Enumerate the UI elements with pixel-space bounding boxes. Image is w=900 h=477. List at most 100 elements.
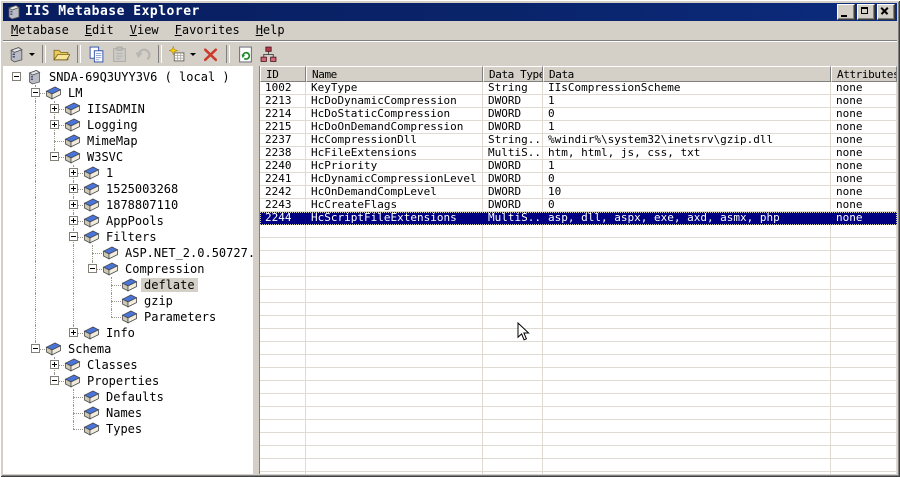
expand-plus-icon[interactable]	[69, 216, 78, 225]
open-button[interactable]	[50, 44, 73, 65]
menu-view[interactable]: View	[122, 21, 167, 40]
cell-name[interactable]: HcDoStaticCompression	[306, 108, 483, 121]
tree-item-lm[interactable]: LM	[3, 85, 253, 101]
table-row[interactable]: 2240 HcPriority DWORD 1 none	[260, 160, 897, 173]
cell-data-type[interactable]: DWORD	[483, 186, 543, 199]
cell-data-type[interactable]: DWORD	[483, 108, 543, 121]
collapse-minus-icon[interactable]	[88, 264, 97, 273]
cell-name[interactable]: HcOnDemandCompLevel	[306, 186, 483, 199]
tree-item-label[interactable]: MimeMap	[84, 134, 141, 148]
expand-plus-icon[interactable]	[50, 104, 59, 113]
cell-data-type[interactable]: DWORD	[483, 160, 543, 173]
dropdown-arrow-icon[interactable]	[190, 52, 196, 56]
cell-data-type[interactable]: DWORD	[483, 199, 543, 212]
cell-data-type[interactable]: DWORD	[483, 121, 543, 134]
cell-attributes[interactable]: none	[831, 82, 897, 95]
tree-item-label[interactable]: gzip	[141, 294, 176, 308]
tree-item-filters[interactable]: Filters	[3, 229, 253, 245]
connect-computer-button[interactable]	[5, 44, 38, 65]
column-header-data[interactable]: Data	[543, 66, 831, 82]
column-header-name[interactable]: Name	[306, 66, 483, 82]
cell-attributes[interactable]: none	[831, 134, 897, 147]
menu-edit[interactable]: Edit	[77, 21, 122, 40]
cell-name[interactable]: HcDoOnDemandCompression	[306, 121, 483, 134]
cell-data[interactable]: htm, html, js, css, txt	[543, 147, 831, 160]
minimize-button[interactable]	[837, 4, 855, 20]
tree-item-mimemap[interactable]: MimeMap	[3, 133, 253, 149]
cell-data[interactable]: 1	[543, 160, 831, 173]
tree-item-1878807110[interactable]: 1878807110	[3, 197, 253, 213]
tree-item-label[interactable]: Schema	[65, 342, 114, 356]
cell-data[interactable]: 1	[543, 121, 831, 134]
expand-plus-icon[interactable]	[50, 360, 59, 369]
tree-item-label[interactable]: W3SVC	[84, 150, 126, 164]
cell-data[interactable]: 0	[543, 108, 831, 121]
tree-item-types[interactable]: Types	[3, 421, 253, 437]
table-row[interactable]: 2242 HcOnDemandCompLevel DWORD 10 none	[260, 186, 897, 199]
refresh-button[interactable]	[234, 44, 257, 65]
tree-item-label[interactable]: ASP.NET_2.0.50727.0	[122, 246, 253, 260]
tree-item-label[interactable]: SNDA-69Q3UYY3V6 ( local )	[46, 70, 233, 84]
tree-item-label[interactable]: 1	[103, 166, 116, 180]
tree-item-logging[interactable]: Logging	[3, 117, 253, 133]
column-header-id[interactable]: ID	[260, 66, 306, 82]
cell-id[interactable]: 2242	[260, 186, 306, 199]
table-row[interactable]: 2241 HcDynamicCompressionLevel DWORD 0 none	[260, 173, 897, 186]
cell-name[interactable]: HcScriptFileExtensions	[306, 212, 483, 225]
cell-attributes[interactable]: none	[831, 199, 897, 212]
table-row[interactable]: 2244 HcScriptFileExtensions MultiS... asp, …	[260, 212, 897, 225]
table-row[interactable]: 2215 HcDoOnDemandCompression DWORD 1 none	[260, 121, 897, 134]
cell-data[interactable]: 1	[543, 95, 831, 108]
cell-id[interactable]: 2241	[260, 173, 306, 186]
tree-item-label[interactable]: Filters	[103, 230, 160, 244]
cell-data[interactable]: asp, dll, aspx, exe, axd, asmx, php	[543, 212, 831, 225]
collapse-minus-icon[interactable]	[50, 376, 59, 385]
tree-item-label[interactable]: Classes	[84, 358, 141, 372]
tree-item-info[interactable]: Info	[3, 325, 253, 341]
table-row[interactable]: 2243 HcCreateFlags DWORD 0 none	[260, 199, 897, 212]
cell-attributes[interactable]: none	[831, 160, 897, 173]
tree-item-label[interactable]: Types	[103, 422, 145, 436]
cell-data[interactable]: 0	[543, 199, 831, 212]
cell-id[interactable]: 2240	[260, 160, 306, 173]
tree-item-label[interactable]: 1525003268	[103, 182, 181, 196]
dropdown-arrow-icon[interactable]	[29, 52, 35, 56]
tree-item-defaults[interactable]: Defaults	[3, 389, 253, 405]
tree-item-schema[interactable]: Schema	[3, 341, 253, 357]
tree-item-label[interactable]: Properties	[84, 374, 162, 388]
table-row[interactable]: 2238 HcFileExtensions MultiS... htm, html, …	[260, 147, 897, 160]
cell-data-type[interactable]: MultiS...	[483, 147, 543, 160]
collapse-minus-icon[interactable]	[12, 72, 21, 81]
tree-item-w3svc[interactable]: W3SVC	[3, 149, 253, 165]
cell-name[interactable]: HcFileExtensions	[306, 147, 483, 160]
cell-id[interactable]: 2238	[260, 147, 306, 160]
tree-item-label[interactable]: Logging	[84, 118, 141, 132]
menu-help[interactable]: Help	[248, 21, 293, 40]
cell-id[interactable]: 1002	[260, 82, 306, 95]
tree-item-label[interactable]: Compression	[122, 262, 207, 276]
column-header-data-type[interactable]: Data Type	[483, 66, 543, 82]
menu-favorites[interactable]: Favorites	[167, 21, 248, 40]
cell-attributes[interactable]: none	[831, 147, 897, 160]
undo-button[interactable]	[131, 44, 154, 65]
tree-item-classes[interactable]: Classes	[3, 357, 253, 373]
tree-item-properties[interactable]: Properties	[3, 373, 253, 389]
cell-name[interactable]: HcPriority	[306, 160, 483, 173]
cell-id[interactable]: 2244	[260, 212, 306, 225]
cell-attributes[interactable]: none	[831, 186, 897, 199]
tree-item-label[interactable]: AppPools	[103, 214, 167, 228]
tree-item-label[interactable]: LM	[65, 86, 85, 100]
cell-id[interactable]: 2215	[260, 121, 306, 134]
tree-item-label[interactable]: Names	[103, 406, 145, 420]
cell-data-type[interactable]: MultiS...	[483, 212, 543, 225]
tree-item-parameters[interactable]: Parameters	[3, 309, 253, 325]
tree-item-compression[interactable]: Compression	[3, 261, 253, 277]
paste-button[interactable]	[108, 44, 131, 65]
tree-item-1525003268[interactable]: 1525003268	[3, 181, 253, 197]
cell-name[interactable]: HcDynamicCompressionLevel	[306, 173, 483, 186]
panel-splitter[interactable]	[253, 66, 260, 474]
tree-item-label[interactable]: Info	[103, 326, 138, 340]
close-button[interactable]	[877, 4, 895, 20]
new-key-button[interactable]	[166, 44, 199, 65]
table-row[interactable]: 2237 HcCompressionDll String... %windir%\sy…	[260, 134, 897, 147]
